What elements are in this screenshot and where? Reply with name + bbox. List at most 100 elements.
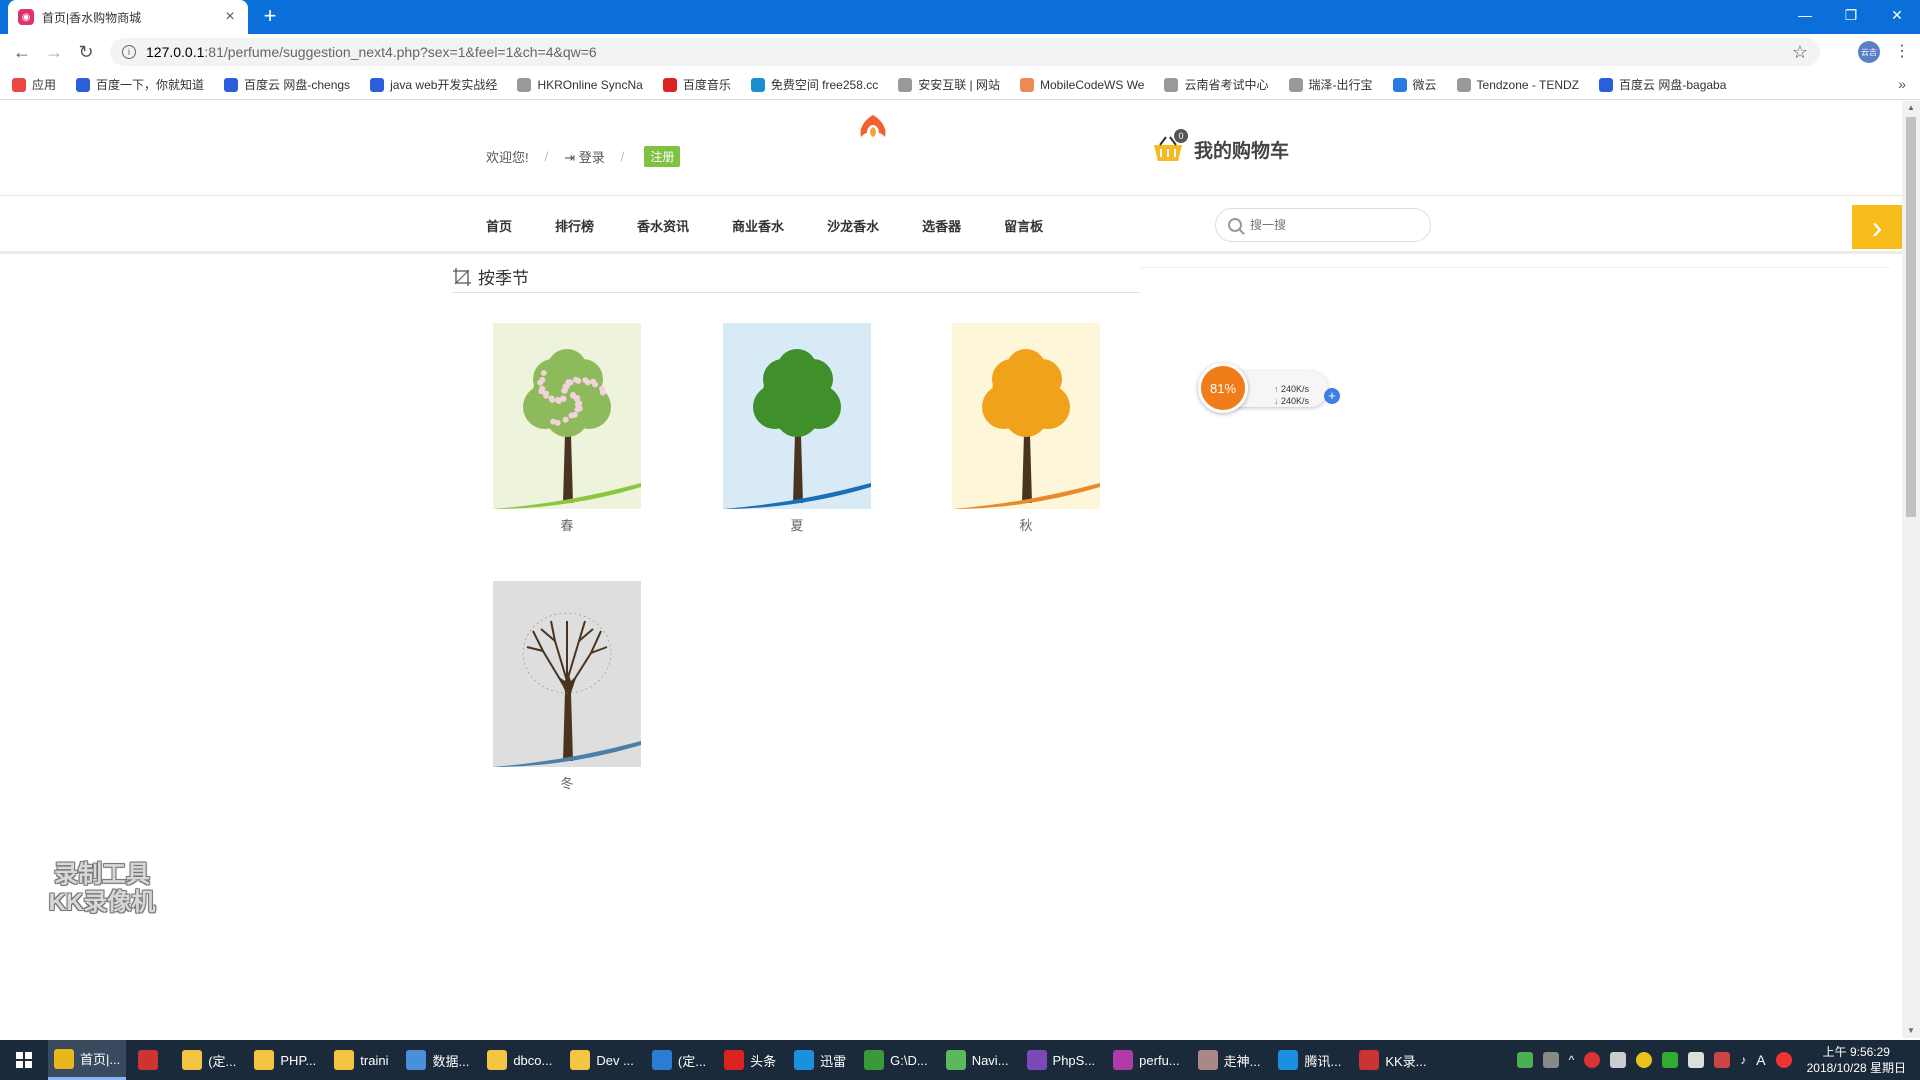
taskbar-app[interactable]: Navi...	[940, 1040, 1015, 1080]
bookmark-item[interactable]: 百度音乐	[662, 76, 731, 93]
taskbar-app[interactable]: perfu...	[1107, 1040, 1185, 1080]
taskbar-app[interactable]: traini	[328, 1040, 394, 1080]
taskbar-app[interactable]: 头条	[718, 1040, 782, 1080]
bookmark-item[interactable]: HKROnline SyncNa	[517, 77, 643, 92]
season-card[interactable]: 春	[493, 323, 641, 534]
taskbar-app[interactable]: PhpS...	[1021, 1040, 1102, 1080]
register-button[interactable]: 注册	[644, 146, 681, 167]
season-card[interactable]: 秋	[952, 323, 1100, 534]
taskbar-app[interactable]: G:\D...	[858, 1040, 934, 1080]
bookmark-item[interactable]: 百度云 网盘-bagaba	[1599, 76, 1726, 93]
system-clock[interactable]: 上午 9:56:29 2018/10/28 星期日	[1807, 1044, 1906, 1076]
nav-item[interactable]: 沙龙香水	[827, 216, 879, 235]
season-tree-image[interactable]	[952, 323, 1100, 509]
ime-indicator[interactable]: A	[1756, 1052, 1765, 1068]
taskbar-app[interactable]: 首页|...	[48, 1040, 127, 1080]
new-tab-icon[interactable]: +	[258, 5, 282, 29]
tray-expand-icon[interactable]: ^	[1569, 1053, 1575, 1067]
plus-icon[interactable]: +	[1324, 388, 1340, 404]
browser-tab[interactable]: ◉ 首页|香水购物商城 ×	[8, 0, 248, 34]
main-nav: 首页 排行榜 香水资讯 商业香水 沙龙香水 选香器 留言板	[0, 196, 1902, 254]
back-arrow-icon[interactable]: ←	[6, 36, 38, 68]
start-button[interactable]	[0, 1040, 48, 1080]
browser-menu-icon[interactable]: ⋮	[1894, 41, 1910, 61]
bookmark-label: MobileCodeWS We	[1040, 77, 1145, 92]
tray-app-icon[interactable]	[1636, 1052, 1653, 1068]
bookmark-favicon-icon	[1456, 77, 1471, 92]
cart-label: 我的购物车	[1194, 140, 1290, 162]
apps-shortcut[interactable]: 应用	[12, 76, 56, 93]
profile-avatar[interactable]: 云吉	[1858, 41, 1880, 63]
taskbar-app[interactable]: Dev ...	[564, 1040, 640, 1080]
bookmark-item[interactable]: 瑞泽-出行宝	[1288, 76, 1373, 93]
minimize-icon[interactable]: —	[1782, 0, 1828, 30]
cart-count-badge: 0	[1174, 129, 1188, 143]
next-arrow-button[interactable]: ›	[1852, 205, 1902, 249]
bookmark-item[interactable]: 安安互联 | 网站	[898, 76, 1000, 93]
taskbar-app[interactable]: 腾讯...	[1272, 1040, 1347, 1080]
nav-item[interactable]: 商业香水	[732, 216, 784, 235]
bookmark-item[interactable]: MobileCodeWS We	[1020, 77, 1145, 92]
nav-item[interactable]: 香水资讯	[637, 216, 689, 235]
season-label[interactable]: 冬	[493, 773, 641, 792]
season-label[interactable]: 春	[493, 515, 641, 534]
season-label[interactable]: 秋	[952, 515, 1100, 534]
battery-icon[interactable]	[1516, 1052, 1533, 1068]
taskbar-app[interactable]	[132, 1040, 170, 1080]
bookmark-item[interactable]: Tendzone - TENDZ	[1456, 77, 1579, 92]
security-icon[interactable]	[1584, 1052, 1601, 1068]
season-tree-image[interactable]	[493, 581, 641, 767]
season-tree-image[interactable]	[493, 323, 641, 509]
close-window-icon[interactable]: ✕	[1874, 0, 1920, 30]
page-scrollbar[interactable]: ▲ ▼	[1902, 101, 1920, 1038]
nav-item[interactable]: 排行榜	[555, 216, 594, 235]
site-logo-icon[interactable]	[855, 113, 891, 143]
taskbar-app[interactable]: (定...	[646, 1040, 712, 1080]
sogou-ime-icon[interactable]	[1775, 1052, 1792, 1068]
season-tree-image[interactable]	[723, 323, 871, 509]
site-info-icon[interactable]: i	[122, 45, 136, 59]
volume-icon[interactable]: ♪	[1740, 1053, 1746, 1067]
taskbar-app[interactable]: 迅雷	[788, 1040, 852, 1080]
taskbar-app[interactable]: dbco...	[481, 1040, 558, 1080]
nav-item[interactable]: 选香器	[922, 216, 961, 235]
taskbar-app[interactable]: 走神...	[1192, 1040, 1267, 1080]
bookmark-item[interactable]: 百度一下，你就知道	[76, 76, 204, 93]
taskbar-app[interactable]: PHP...	[248, 1040, 322, 1080]
taskbar-app[interactable]: (定...	[176, 1040, 242, 1080]
bookmark-star-icon[interactable]: ☆	[1792, 42, 1808, 63]
scroll-down-icon[interactable]: ▼	[1906, 1026, 1916, 1036]
tray-app-icon[interactable]	[1610, 1052, 1627, 1068]
login-link[interactable]: ⇥ 登录	[564, 147, 605, 166]
memory-usage-badge[interactable]: 81%	[1198, 363, 1248, 413]
scroll-up-icon[interactable]: ▲	[1906, 103, 1916, 113]
restore-icon[interactable]: ❐	[1828, 0, 1874, 30]
search-input[interactable]	[1250, 218, 1410, 232]
bookmark-item[interactable]: java web开发实战经	[370, 76, 497, 93]
season-card[interactable]: 夏	[723, 323, 871, 534]
people-icon[interactable]	[1542, 1052, 1559, 1068]
season-card[interactable]: 冬	[493, 581, 641, 792]
nav-item[interactable]: 首页	[486, 216, 512, 235]
scroll-thumb[interactable]	[1906, 117, 1916, 517]
taskbar-app[interactable]: KK录...	[1353, 1040, 1432, 1080]
forward-arrow-icon[interactable]: →	[38, 36, 70, 68]
bookmark-label: 安安互联 | 网站	[918, 78, 1000, 92]
nav-item[interactable]: 留言板	[1004, 216, 1043, 235]
bookmark-item[interactable]: 免费空间 free258.cc	[750, 76, 878, 93]
tab-close-icon[interactable]: ×	[222, 8, 238, 26]
bookmark-item[interactable]: 百度云 网盘-chengs	[224, 76, 350, 93]
season-label[interactable]: 夏	[723, 515, 871, 534]
shopping-cart[interactable]: 0 我的购物车	[1150, 129, 1290, 165]
tray-app-icon[interactable]	[1714, 1052, 1731, 1068]
tray-app-icon[interactable]	[1662, 1052, 1679, 1068]
network-speed-widget[interactable]: ↑ 240K/s ↓ 240K/s + 81%	[1198, 363, 1340, 415]
reload-icon[interactable]: ↻	[70, 36, 102, 68]
bookmark-item[interactable]: 微云	[1392, 76, 1437, 93]
bookmark-item[interactable]: 云南省考试中心	[1164, 76, 1269, 93]
taskbar-app[interactable]: 数据...	[400, 1040, 475, 1080]
search-box[interactable]	[1215, 208, 1431, 242]
network-icon[interactable]	[1688, 1052, 1705, 1068]
address-bar[interactable]: i 127.0.0.1:81/perfume/suggestion_next4.…	[110, 38, 1820, 66]
bookmarks-overflow-icon[interactable]: »	[1898, 76, 1906, 92]
